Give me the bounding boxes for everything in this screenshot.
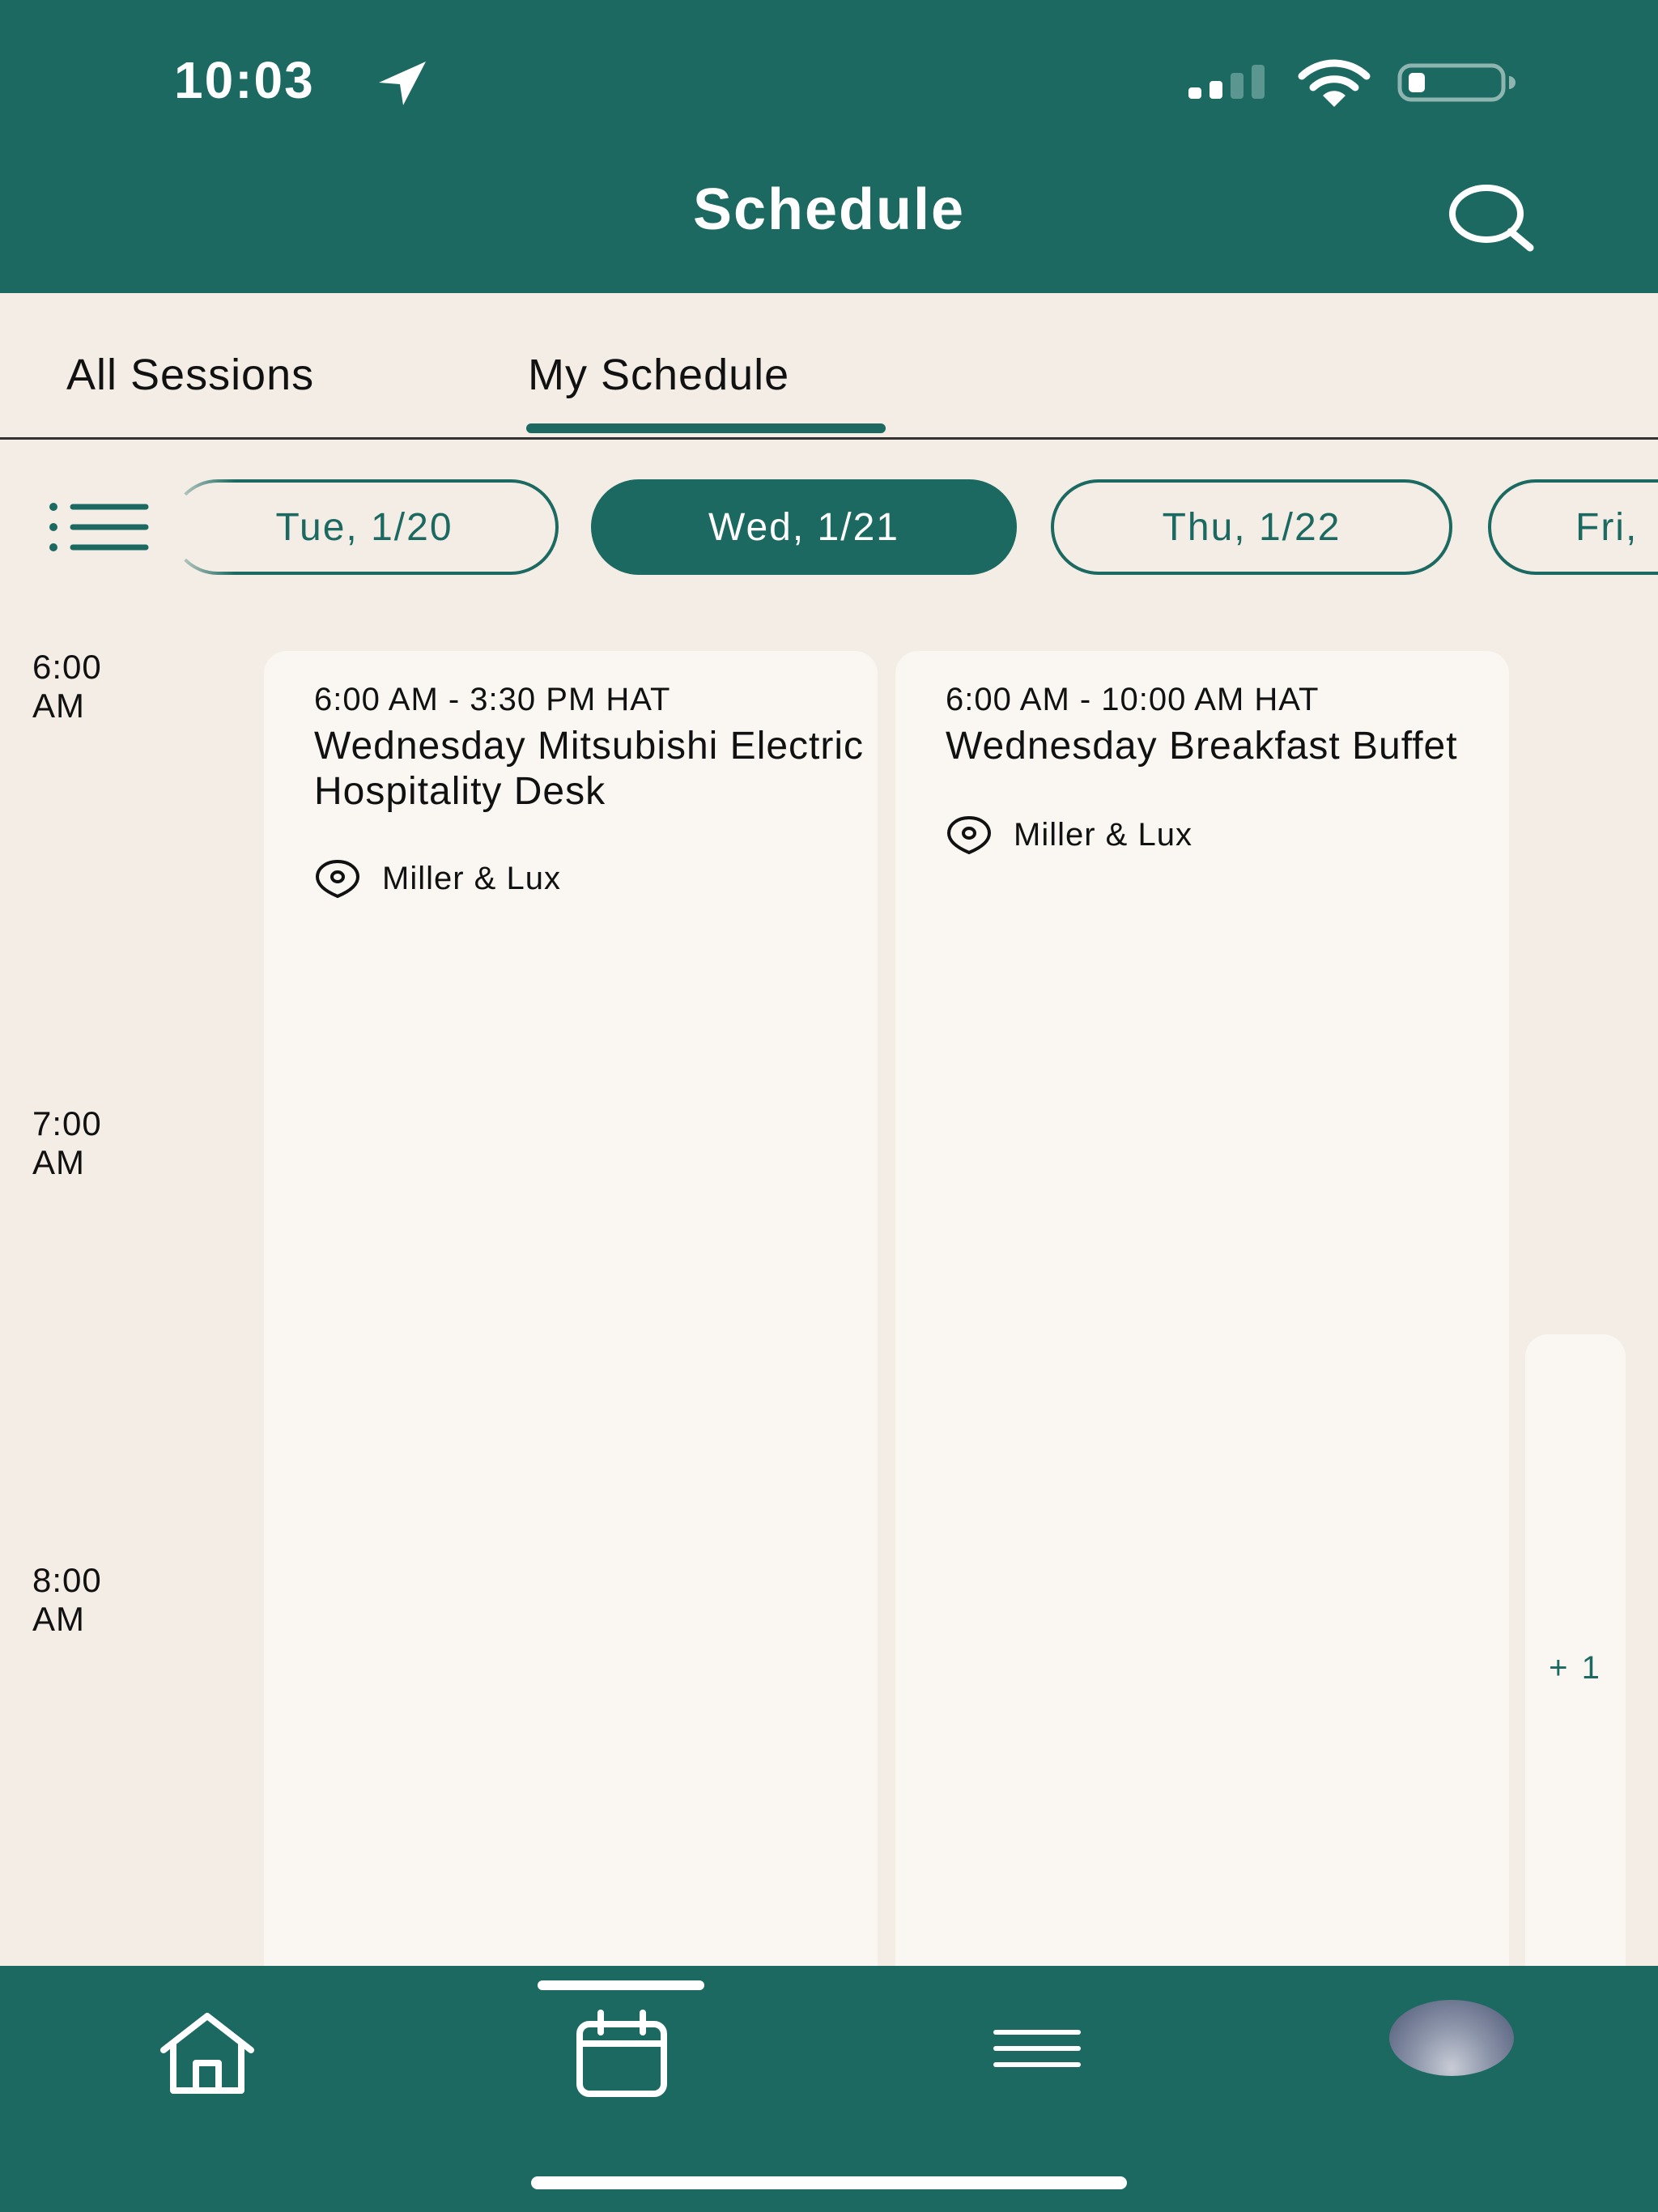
- tab-my-schedule[interactable]: My Schedule: [528, 350, 789, 400]
- map-pin-icon: [315, 859, 360, 899]
- time-label-7am: 7:00 AM: [32, 1104, 102, 1181]
- session-card[interactable]: 6:00 AM - 10:00 AM HAT Wednesday Breakfa…: [895, 651, 1509, 1971]
- session-title: Wednesday Mitsubishi Electric Hospitalit…: [314, 725, 865, 813]
- schedule-tabs: All Sessions My Schedule: [0, 293, 1658, 440]
- time-label-8am: 8:00 AM: [32, 1561, 102, 1638]
- tab-all-sessions[interactable]: All Sessions: [66, 350, 314, 400]
- home-indicator: [531, 2176, 1127, 2189]
- location-arrow-icon: [379, 62, 426, 105]
- session-time: 6:00 AM - 3:30 PM HAT: [314, 682, 671, 717]
- day-tab-wed[interactable]: Wed, 1/21: [591, 479, 1017, 575]
- home-icon[interactable]: [159, 2010, 256, 2099]
- session-title: Wednesday Breakfast Buffet: [946, 725, 1458, 768]
- avatar[interactable]: [1389, 2000, 1514, 2076]
- time-label-6am: 6:00 AM: [32, 648, 102, 725]
- app-header: 10:03 Schedule: [0, 0, 1658, 293]
- hamburger-menu-icon[interactable]: [993, 2016, 1082, 2089]
- scroll-fade: [162, 478, 235, 578]
- status-time: 10:03: [174, 51, 315, 109]
- tab-selected-indicator: [526, 423, 886, 433]
- more-sessions-card[interactable]: + 1: [1525, 1334, 1626, 1971]
- map-pin-icon: [946, 815, 992, 855]
- page-title: Schedule: [692, 177, 966, 242]
- day-tab-thu[interactable]: Thu, 1/22: [1051, 479, 1452, 575]
- more-sessions-count: + 1: [1549, 1650, 1602, 1686]
- cellular-signal-icon: [1188, 65, 1265, 99]
- bottom-nav: [0, 1966, 1658, 2212]
- battery-icon: [1397, 63, 1516, 102]
- session-card[interactable]: 6:00 AM - 3:30 PM HAT Wednesday Mitsubis…: [264, 651, 878, 1971]
- nav-selected-indicator: [538, 1980, 704, 1990]
- day-tab-fri[interactable]: Fri,: [1488, 479, 1658, 575]
- list-icon[interactable]: [49, 502, 151, 552]
- wifi-icon: [1298, 59, 1371, 107]
- search-icon[interactable]: [1446, 180, 1535, 254]
- session-time: 6:00 AM - 10:00 AM HAT: [946, 682, 1320, 717]
- calendar-icon[interactable]: [575, 2010, 669, 2099]
- session-location: Miller & Lux: [946, 815, 1192, 855]
- session-location: Miller & Lux: [314, 858, 561, 899]
